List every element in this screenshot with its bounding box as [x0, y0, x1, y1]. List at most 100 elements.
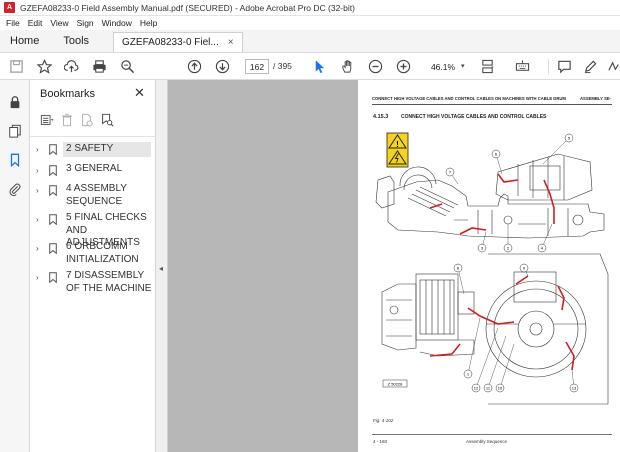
delete-bookmark-icon[interactable] [58, 112, 76, 128]
menu-file[interactable]: File [6, 18, 20, 28]
menu-sign[interactable]: Sign [77, 18, 94, 28]
next-page-icon[interactable] [214, 58, 231, 75]
zoom-out-icon[interactable] [367, 58, 384, 75]
zoom-dropdown-chevron-icon[interactable]: ▾ [461, 62, 465, 70]
navigation-rail [0, 80, 30, 452]
lower-machine-left-drawing [381, 273, 475, 357]
select-cursor-icon[interactable] [311, 58, 328, 75]
page-footer-chapter: Assembly Sequence [466, 439, 508, 444]
menu-bar: File Edit View Sign Window Help [0, 16, 620, 30]
figure-caption: Fig. 4-102 [373, 418, 394, 423]
expand-chevron-icon[interactable]: › [36, 163, 46, 175]
expand-chevron-icon[interactable]: › [36, 270, 46, 282]
running-header-right: ASSEMBLY SE- [580, 96, 611, 101]
callout-markers: 5 6 7 3 2 4 8 9 12 11 10 13 1 [445, 133, 579, 393]
footer-rule [372, 434, 612, 435]
svg-text:10: 10 [498, 386, 503, 391]
slew-ring-drawing [485, 253, 609, 405]
bookmark-item-assembly-sequence[interactable]: › 4 ASSEMBLY SEQUENCE [30, 183, 154, 208]
expand-chevron-icon[interactable]: › [36, 183, 46, 195]
zoom-in-icon[interactable] [395, 58, 412, 75]
tab-tools[interactable]: Tools [53, 30, 99, 52]
tab-bar: Home Tools GZEFA08233-0 Fiel... × [0, 30, 620, 53]
assembly-drawing: ! 5 6 7 3 2 4 8 9 12 11 10 13 1 Z 50228 [375, 132, 609, 405]
warning-sign-icon: ! [386, 132, 409, 168]
tab-document[interactable]: GZEFA08233-0 Fiel... × [113, 32, 243, 52]
upload-cloud-icon[interactable] [63, 58, 80, 75]
bookmark-flag-icon [49, 183, 61, 199]
bookmark-label: 7 DISASSEMBLY OF THE MACHINE [66, 270, 152, 294]
bookmark-label: 4 ASSEMBLY SEQUENCE [66, 183, 127, 207]
running-header-left: CONNECT HIGH VOLTAGE CABLES AND CONTROL … [372, 96, 566, 101]
previous-page-icon[interactable] [186, 58, 203, 75]
window-title: GZEFA08233-0 Field Assembly Manual.pdf (… [20, 2, 355, 13]
bookmark-item-orbcomm[interactable]: › 6 ORBCOMM INITIALIZATION [30, 241, 154, 266]
hand-tool-icon[interactable] [339, 58, 356, 75]
sign-icon[interactable] [606, 58, 620, 75]
bookmark-flag-icon [49, 163, 61, 179]
bookmarks-panel-icon[interactable] [7, 152, 23, 168]
bookmark-flag-icon [49, 270, 61, 286]
page-layout-icon[interactable] [479, 58, 496, 75]
header-rule [372, 104, 612, 105]
print-icon[interactable] [91, 58, 108, 75]
comment-icon[interactable] [556, 58, 573, 75]
svg-text:13: 13 [572, 386, 577, 391]
bookmarks-title: Bookmarks [40, 88, 96, 100]
close-panel-icon[interactable]: ✕ [134, 85, 145, 101]
page-number-input[interactable]: 162 [245, 59, 269, 74]
attachments-paperclip-icon[interactable] [7, 181, 23, 197]
close-tab-icon[interactable]: × [228, 37, 234, 48]
document-tab-label: GZEFA08233-0 Fiel... [122, 37, 219, 48]
tab-home[interactable]: Home [0, 30, 49, 52]
bookmark-label: 6 ORBCOMM INITIALIZATION [66, 241, 139, 265]
svg-text:Z 50228: Z 50228 [388, 381, 403, 386]
search-zoom-icon[interactable] [119, 58, 136, 75]
menu-help[interactable]: Help [140, 18, 157, 28]
keyboard-tool-icon[interactable] [514, 58, 531, 75]
bookmark-flag-icon [49, 142, 61, 158]
menu-edit[interactable]: Edit [28, 18, 43, 28]
bookmark-label: 2 SAFETY [63, 142, 151, 157]
bookmark-options-icon[interactable] [38, 112, 56, 128]
menu-view[interactable]: View [50, 18, 68, 28]
svg-text:!: ! [396, 140, 399, 149]
bookmark-item-disassembly[interactable]: › 7 DISASSEMBLY OF THE MACHINE [30, 270, 154, 295]
bookmark-star-icon[interactable] [36, 58, 53, 75]
toolbar-divider [548, 59, 549, 74]
menu-window[interactable]: Window [102, 18, 132, 28]
pdf-page[interactable]: CONNECT HIGH VOLTAGE CABLES AND CONTROL … [358, 80, 620, 452]
figure-id-label: Z 50228 [382, 379, 408, 388]
page-total: / 395 [273, 61, 292, 71]
bookmark-label: 3 GENERAL [66, 163, 123, 174]
bookmark-flag-icon [49, 212, 61, 228]
acrobat-app-icon: A [4, 2, 15, 13]
bookmarks-panel: Bookmarks ✕ › 2 SAFETY › 3 GENERAL › 4 A… [30, 80, 156, 452]
highlight-pen-icon[interactable] [582, 58, 599, 75]
lock-icon[interactable] [7, 94, 23, 110]
bookmark-item-safety[interactable]: › 2 SAFETY [30, 142, 154, 158]
page-thumbnails-icon[interactable] [7, 123, 23, 139]
panel-splitter[interactable]: ◂ [156, 80, 168, 452]
document-viewport[interactable] [168, 80, 358, 452]
bookmarks-toolbar [38, 112, 118, 128]
expand-chevron-icon[interactable]: › [36, 142, 46, 154]
main-toolbar: 162 / 395 46.1% ▾ [0, 53, 620, 80]
bookmark-item-general[interactable]: › 3 GENERAL [30, 163, 154, 179]
upper-machine-drawing [375, 153, 605, 239]
title-bar: A GZEFA08233-0 Field Assembly Manual.pdf… [0, 0, 620, 16]
bookmark-flag-icon [49, 241, 61, 257]
save-icon[interactable] [8, 58, 25, 75]
svg-text:12: 12 [474, 386, 479, 391]
section-number: 4.15.3 [373, 114, 389, 120]
bookmarks-divider [30, 136, 156, 137]
page-footer-number: 4 - 160 [373, 439, 388, 444]
page-running-header: CONNECT HIGH VOLTAGE CABLES AND CONTROL … [372, 96, 612, 101]
collapse-panel-arrow-icon[interactable]: ◂ [159, 264, 163, 273]
expand-chevron-icon[interactable]: › [36, 212, 46, 224]
new-bookmark-icon[interactable] [78, 112, 96, 128]
expand-chevron-icon[interactable]: › [36, 241, 46, 253]
zoom-level-select[interactable]: 46.1% [425, 59, 461, 74]
find-bookmark-icon[interactable] [98, 112, 116, 128]
section-title: CONNECT HIGH VOLTAGE CABLES AND CONTROL … [401, 114, 547, 120]
